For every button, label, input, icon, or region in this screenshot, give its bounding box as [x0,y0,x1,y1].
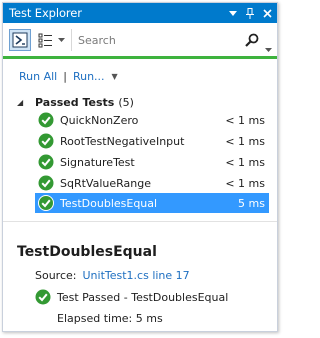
playlist-button[interactable] [35,29,57,51]
run-dropdown-icon[interactable]: ▼ [112,72,118,81]
run-all-link[interactable]: Run All [19,70,57,83]
test-name: QuickNonZero [60,113,139,127]
elapsed-line: Elapsed time: 5 ms [57,312,163,325]
test-row-testdoublesequal[interactable]: TestDoublesEqual 5 ms [35,193,269,213]
passed-icon [35,289,51,305]
test-duration: 5 ms [238,196,265,210]
pin-icon[interactable] [243,4,257,22]
passed-icon [38,175,54,191]
run-links: Run All | Run... ▼ [19,70,118,83]
test-row-sqrtvaluerange[interactable]: SqRtValueRange < 1 ms [35,173,269,193]
test-name: TestDoublesEqual [60,196,158,210]
search-input[interactable] [78,32,228,48]
test-name: SqRtValueRange [60,176,151,190]
test-name: RootTestNegativeInput [60,134,185,148]
source-label: Source: [35,269,77,282]
test-duration: < 1 ms [225,176,265,190]
result-line: Test Passed - TestDoublesEqual [35,289,228,305]
panel-splitter[interactable] [3,221,277,222]
test-duration: < 1 ms [225,113,265,127]
passed-icon [38,195,54,211]
search-box[interactable] [71,29,275,52]
passed-icon [38,133,54,149]
test-explorer-window: Test Explorer Search Run All | Run... ▼ … [2,2,278,332]
test-row-roottestnegativeinput[interactable]: RootTestNegativeInput < 1 ms [35,131,269,151]
window-title: Test Explorer [9,6,82,20]
test-row-quicknonzero[interactable]: QuickNonZero < 1 ms [35,110,269,130]
playlist-dropdown[interactable] [55,29,67,51]
detail-title: TestDoublesEqual [17,244,157,260]
source-line: Source: UnitTest1.cs line 17 [35,269,190,282]
source-link[interactable]: UnitTest1.cs line 17 [83,269,190,282]
close-icon[interactable] [260,4,274,22]
chevron-down-icon [57,38,65,42]
dropdown-arrow-icon[interactable] [226,4,240,22]
test-row-signaturetest[interactable]: SignatureTest < 1 ms [35,152,269,172]
group-label: Passed Tests [35,96,115,109]
run-links-separator: | [63,70,67,83]
group-by-icon [12,32,28,48]
run-link[interactable]: Run... [73,70,105,83]
group-count: (5) [118,96,134,109]
passed-tests-group[interactable]: ◢ Passed Tests (5) [17,96,134,109]
toolbar [3,25,277,55]
status-bar [3,56,277,59]
group-by-button[interactable] [9,29,31,51]
test-name: SignatureTest [60,155,135,169]
elapsed-text: Elapsed time: 5 ms [57,312,163,325]
passed-icon [38,154,54,170]
search-options-chevron-icon[interactable] [265,37,272,56]
search-icon[interactable] [245,32,259,51]
playlist-icon [38,33,52,48]
passed-icon [38,112,54,128]
expander-icon[interactable]: ◢ [17,98,27,107]
result-text: Test Passed - TestDoublesEqual [57,290,229,304]
test-duration: < 1 ms [225,155,265,169]
title-bar: Test Explorer [3,3,277,23]
test-duration: < 1 ms [225,134,265,148]
